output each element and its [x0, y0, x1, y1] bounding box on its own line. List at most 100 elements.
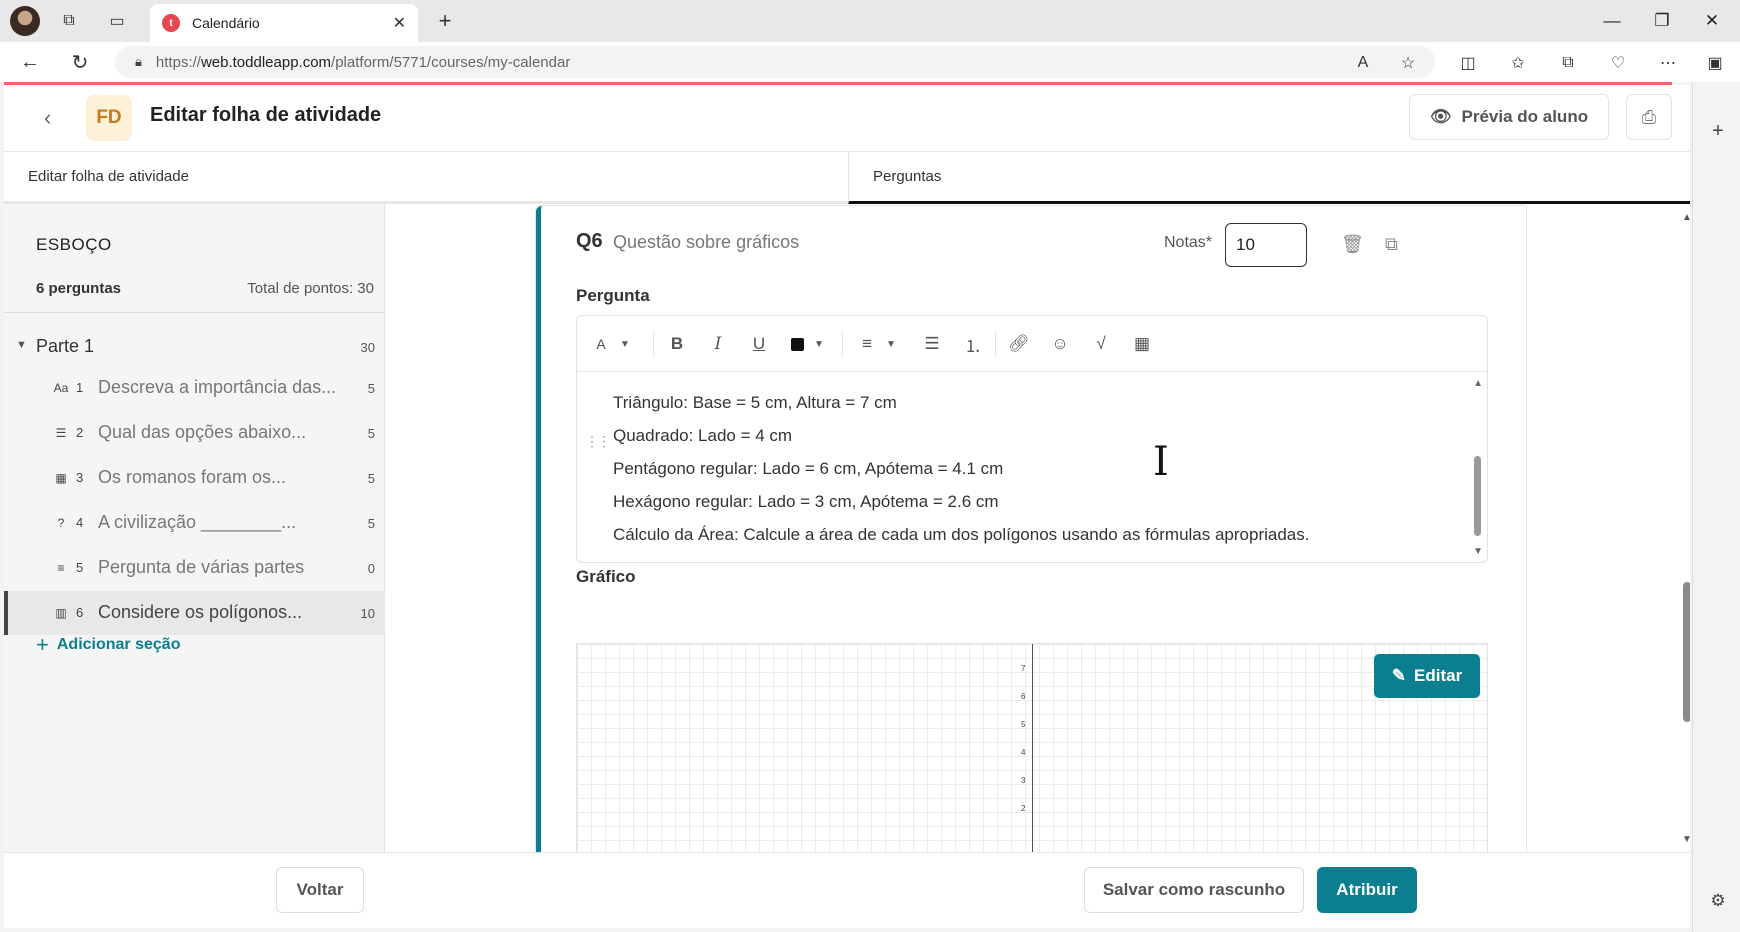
footer-bar: Voltar Salvar como rascunho Atribuir	[4, 852, 1690, 928]
close-tab-icon[interactable]: ✕	[393, 13, 406, 33]
question-text: Considere os polígonos...	[98, 602, 303, 622]
bullet-list-icon[interactable]: ☰	[920, 332, 944, 356]
caret-down-icon[interactable]: ▼	[613, 332, 637, 356]
save-draft-button[interactable]: Salvar como rascunho	[1084, 867, 1304, 913]
caret-down-icon[interactable]: ▼	[16, 339, 27, 351]
read-aloud-icon[interactable]: A	[1350, 50, 1376, 76]
underline-icon[interactable]: U	[747, 332, 771, 356]
restore-icon[interactable]: ❐	[1642, 6, 1682, 36]
outline-item-4[interactable]: ? 4 A civilização ________... 5	[4, 501, 385, 545]
course-badge: FD	[86, 95, 132, 141]
reload-icon[interactable]: ↻	[66, 49, 94, 75]
scroll-up-icon[interactable]: ▲	[1682, 212, 1690, 223]
align-left-icon[interactable]: ≡	[855, 332, 879, 356]
notas-input[interactable]	[1225, 223, 1307, 267]
add-section-label: Adicionar seção	[56, 636, 181, 653]
split-screen-icon[interactable]: ◫	[1455, 50, 1481, 76]
sidebar-toggle-icon[interactable]: ▣	[1702, 50, 1728, 76]
i-beam-cursor-icon: I	[1153, 439, 1169, 485]
page-title: Editar folha de atividade	[150, 104, 382, 126]
question-points: 5	[367, 426, 375, 441]
caret-down-icon[interactable]: ▼	[807, 332, 831, 356]
main-scrollbar[interactable]	[1683, 582, 1690, 722]
browser-essentials-icon[interactable]: ♡	[1605, 50, 1631, 76]
browser-tab-calendario[interactable]: t Calendário ✕	[150, 4, 418, 42]
scroll-up-icon[interactable]: ▲	[1473, 378, 1483, 389]
add-rail-icon[interactable]: +	[1707, 120, 1729, 142]
question-count: 6 perguntas	[36, 280, 122, 297]
new-tab-icon[interactable]: +	[432, 8, 458, 34]
main-content: Q6 Questão sobre gráficos Notas* 🗑︎ ⧉ Pe…	[386, 204, 1690, 852]
print-button[interactable]: ⎙	[1626, 94, 1672, 140]
italic-icon[interactable]: I	[706, 332, 730, 356]
profile-avatar[interactable]	[10, 6, 40, 36]
toddle-favicon-icon: t	[162, 14, 180, 32]
question-number: 1	[76, 380, 84, 395]
outline-item-3[interactable]: ▦ 3 Os romanos foram os... 5	[4, 456, 385, 500]
question-text: Descreva a importância das...	[98, 377, 337, 397]
back-button[interactable]: Voltar	[276, 867, 364, 913]
numbered-list-icon[interactable]: ⒈	[961, 332, 985, 356]
editor-line: Quadrado: Lado = 4 cm	[613, 426, 793, 445]
browser-tabbar: ⧉ ▭ t Calendário ✕ + — ❐ ✕	[0, 0, 1740, 42]
minimize-icon[interactable]: —	[1592, 6, 1632, 36]
trash-icon[interactable]: 🗑︎	[1341, 234, 1364, 255]
eye-icon: 👁︎	[1429, 107, 1452, 126]
back-arrow-icon[interactable]: ←	[16, 49, 44, 75]
y-tick-label: 3	[1021, 776, 1026, 785]
tab-actions-icon[interactable]: ▭	[104, 8, 130, 34]
outline-item-5[interactable]: ≡ 5 Pergunta de várias partes 0	[4, 546, 385, 590]
url-field[interactable]: 🔒︎ https://web.toddleapp.com/platform/57…	[115, 46, 1435, 78]
duplicate-icon[interactable]: ⧉	[1385, 234, 1398, 255]
settings-gear-icon[interactable]: ⚙	[1707, 890, 1729, 912]
text-color-icon[interactable]	[785, 332, 809, 356]
favorite-star-icon[interactable]: ☆	[1395, 50, 1421, 76]
lock-icon: 🔒︎	[135, 54, 142, 69]
edit-graph-label: Editar	[1414, 666, 1463, 685]
question-points: 10	[360, 606, 375, 621]
caret-down-icon[interactable]: ▼	[879, 332, 903, 356]
question-points: 5	[367, 381, 375, 396]
emoji-icon[interactable]: ☺	[1048, 332, 1072, 356]
back-chevron-icon[interactable]: ‹	[44, 105, 51, 131]
question-text: A civilização ________...	[98, 512, 297, 532]
y-axis	[1032, 644, 1033, 852]
question-points: 5	[367, 471, 375, 486]
workspaces-icon[interactable]: ⧉	[56, 8, 82, 34]
more-menu-icon[interactable]: ⋯	[1655, 50, 1681, 76]
font-size-icon[interactable]: A	[589, 332, 613, 356]
outline-item-6[interactable]: ▥ 6 Considere os polígonos... 10	[4, 591, 385, 635]
editor-body[interactable]: ⋮⋮ Triângulo: Base = 5 cm, Altura = 7 cm…	[577, 372, 1487, 562]
outline-item-2[interactable]: ☰ 2 Qual das opções abaixo... 5	[4, 411, 385, 455]
close-window-icon[interactable]: ✕	[1692, 6, 1732, 36]
edit-graph-button[interactable]: ✎ Editar	[1374, 654, 1480, 698]
y-tick-label: 6	[1021, 692, 1026, 701]
app-window: ‹ FD Editar folha de atividade 👁︎ Prévia…	[4, 85, 1690, 928]
part-label: Parte 1	[36, 336, 95, 356]
assign-button[interactable]: Atribuir	[1317, 867, 1417, 913]
link-icon[interactable]: 🔗︎	[1007, 332, 1031, 356]
tab-questions[interactable]: Perguntas	[848, 152, 1690, 205]
drag-handle-icon[interactable]: ⋮⋮	[585, 433, 611, 450]
bold-icon[interactable]: B	[665, 332, 689, 356]
app-header: ‹ FD Editar folha de atividade 👁︎ Prévia…	[4, 85, 1690, 151]
outline-item-1[interactable]: Aa 1 Descreva a importância das... 5	[4, 366, 385, 410]
scroll-down-icon[interactable]: ▼	[1682, 834, 1690, 845]
part-1-row[interactable]: ▼ Parte 1 30	[4, 332, 385, 362]
favorites-icon[interactable]: ✩	[1505, 50, 1531, 76]
editor-line: Cálculo da Área: Calcule a área de cada …	[613, 525, 1310, 544]
scroll-down-icon[interactable]: ▼	[1473, 546, 1483, 557]
student-preview-button[interactable]: 👁︎ Prévia do aluno	[1409, 94, 1609, 140]
editor-scrollbar[interactable]	[1474, 456, 1481, 536]
math-sqrt-icon[interactable]: √	[1089, 332, 1113, 356]
y-tick-label: 2	[1021, 804, 1026, 813]
table-icon[interactable]: ▦	[1130, 332, 1154, 356]
rich-text-editor[interactable]: A ▼ B I U ▼ ≡ ▼ ☰ ⒈ 🔗︎ ☺ √ ▦ ⋮⋮ Triângul…	[576, 315, 1488, 563]
grafico-label: Gráfico	[576, 567, 636, 586]
question-text: Os romanos foram os...	[98, 467, 287, 487]
tab-edit-sheet[interactable]: Editar folha de atividade	[4, 152, 848, 205]
question-points: 5	[367, 516, 375, 531]
collections-icon[interactable]: ⧉	[1555, 50, 1581, 76]
y-tick-label: 4	[1021, 748, 1026, 757]
add-section-button[interactable]: + Adicionar seção	[36, 632, 180, 658]
